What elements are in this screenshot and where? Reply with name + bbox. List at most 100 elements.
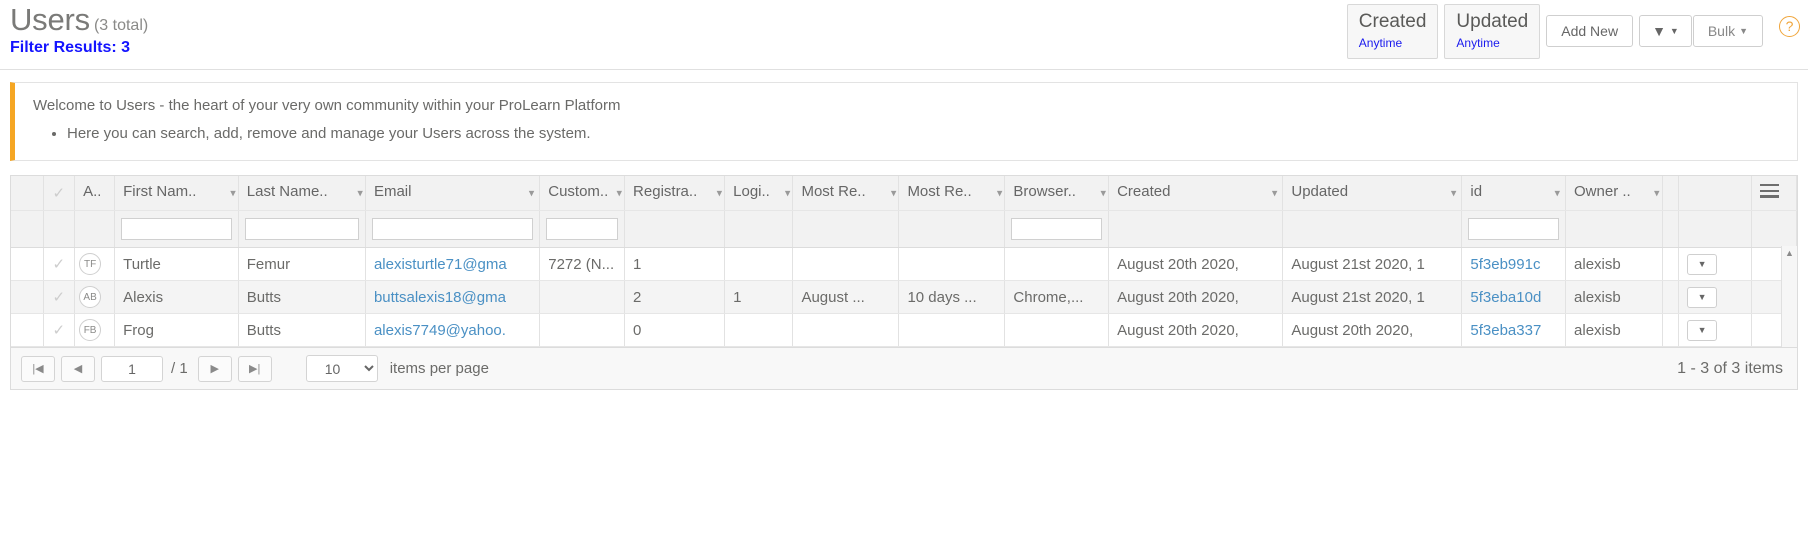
table-row[interactable]: ✓ TF Turtle Femur alexisturtle71@gma 727…: [11, 247, 1797, 281]
created-filter-card[interactable]: Created Anytime: [1346, 4, 1439, 59]
chevron-down-icon[interactable]: ▾: [1101, 187, 1107, 200]
banner-lead-text: Welcome to Users - the heart of your ver…: [33, 97, 621, 114]
row-actions-dropdown[interactable]: ▼: [1687, 286, 1718, 308]
created-filter-value[interactable]: Anytime: [1359, 36, 1427, 50]
chevron-down-icon: ▼: [1669, 26, 1679, 36]
th-logins[interactable]: Logi.. ▾: [724, 176, 794, 211]
row-actions-dropdown[interactable]: ▼: [1687, 319, 1718, 341]
filter-input-last-name[interactable]: [244, 218, 359, 240]
th-browser-label: Browser..: [1013, 182, 1076, 200]
help-icon[interactable]: ?: [1779, 16, 1800, 37]
total-pages-label: / 1: [171, 360, 188, 377]
chevron-down-icon[interactable]: ▾: [617, 187, 623, 200]
filter-button[interactable]: ▼ ▼: [1639, 15, 1692, 47]
th-check-all[interactable]: ✓: [43, 176, 76, 211]
updated-filter-card[interactable]: Updated Anytime: [1444, 4, 1541, 59]
cell-owner: alexisb: [1565, 280, 1663, 314]
th-owner[interactable]: Owner .. ▾: [1565, 176, 1663, 211]
checkmark-icon[interactable]: ✓: [52, 289, 65, 306]
th-updated[interactable]: Updated ▾: [1282, 176, 1463, 211]
prev-page-button[interactable]: ◀: [61, 355, 95, 382]
table-row[interactable]: ✓ AB Alexis Butts buttsalexis18@gma 2 1 …: [11, 280, 1797, 314]
chevron-down-icon[interactable]: ▾: [1451, 187, 1457, 200]
page-title: Users: [10, 2, 90, 37]
row-select[interactable]: [11, 280, 45, 314]
filter-input-browser[interactable]: [1011, 218, 1103, 240]
th-custom[interactable]: Custom.. ▾: [539, 176, 626, 211]
cell-logins: 1: [724, 280, 794, 314]
last-page-button[interactable]: ▶|: [237, 355, 272, 382]
th-registrations[interactable]: Registra.. ▾: [624, 176, 726, 211]
menu-icon[interactable]: [1760, 184, 1780, 198]
banner-bullet-item: Here you can search, add, remove and man…: [67, 124, 1779, 144]
page-number-input[interactable]: [101, 355, 163, 382]
title-block: Users (3 total) Filter Results: 3: [10, 2, 148, 57]
th-column-menu[interactable]: [1751, 176, 1797, 211]
th-last-name[interactable]: Last Name.. ▾: [238, 176, 366, 211]
th-first-name[interactable]: First Nam.. ▾: [114, 176, 239, 211]
th-updated-label: Updated: [1291, 182, 1349, 200]
cell-browser: Chrome,...: [1004, 280, 1110, 314]
scroll-up-icon[interactable]: ▲: [1782, 246, 1797, 260]
checkmark-icon[interactable]: ✓: [52, 322, 65, 339]
row-checkbox[interactable]: ✓: [43, 247, 76, 281]
first-page-button[interactable]: |◀: [21, 355, 55, 382]
chevron-down-icon[interactable]: ▾: [1654, 187, 1660, 200]
table-row[interactable]: ✓ FB Frog Butts alexis7749@yahoo. 0 Augu…: [11, 313, 1797, 347]
cell-last-name: Butts: [238, 313, 366, 347]
cell-custom: [539, 313, 626, 347]
checkmark-icon[interactable]: ✓: [52, 256, 65, 273]
chevron-down-icon[interactable]: ▾: [891, 187, 897, 200]
cell-first-name: Turtle: [114, 247, 239, 281]
chevron-down-icon[interactable]: ▾: [529, 187, 535, 200]
cell-custom: 7272 (N...: [539, 247, 626, 281]
th-spacer: [1662, 176, 1680, 211]
cell-email[interactable]: alexisturtle71@gma: [365, 247, 541, 281]
filter-results-label: Filter Results: 3: [10, 39, 131, 56]
email-link[interactable]: alexis7749@yahoo.: [374, 322, 506, 339]
email-link[interactable]: buttsalexis18@gma: [374, 289, 506, 306]
cell-email[interactable]: buttsalexis18@gma: [365, 280, 541, 314]
th-most-recent-1[interactable]: Most Re.. ▾: [792, 176, 900, 211]
row-select[interactable]: [11, 313, 45, 347]
updated-filter-value[interactable]: Anytime: [1456, 36, 1528, 50]
id-link[interactable]: 5f3eba10d: [1470, 289, 1541, 306]
th-first-name-label: First Nam..: [123, 182, 197, 200]
filter-cell-id: [1461, 210, 1567, 248]
th-most-recent-2[interactable]: Most Re.. ▾: [898, 176, 1006, 211]
th-created[interactable]: Created ▾: [1108, 176, 1284, 211]
chevron-down-icon[interactable]: ▾: [997, 187, 1003, 200]
filter-input-custom[interactable]: [546, 218, 619, 240]
cell-first-name: Alexis: [114, 280, 239, 314]
chevron-down-icon[interactable]: ▾: [717, 187, 723, 200]
cell-id[interactable]: 5f3eba337: [1461, 313, 1567, 347]
row-select[interactable]: [11, 247, 45, 281]
filter-input-id[interactable]: [1468, 218, 1560, 240]
row-checkbox[interactable]: ✓: [43, 313, 76, 347]
row-checkbox[interactable]: ✓: [43, 280, 76, 314]
chevron-down-icon[interactable]: ▾: [230, 187, 236, 200]
checkmark-icon[interactable]: ✓: [52, 185, 65, 202]
next-page-button[interactable]: ▶: [197, 355, 232, 382]
email-link[interactable]: alexisturtle71@gma: [374, 256, 507, 273]
row-actions-dropdown[interactable]: ▼: [1687, 253, 1718, 275]
filter-input-first-name[interactable]: [121, 218, 232, 240]
th-browser[interactable]: Browser.. ▾: [1004, 176, 1110, 211]
cell-id[interactable]: 5f3eba10d: [1461, 280, 1567, 314]
updated-filter-title: Updated: [1456, 11, 1529, 32]
id-link[interactable]: 5f3eba337: [1470, 322, 1541, 339]
chevron-down-icon[interactable]: ▾: [785, 187, 791, 200]
cell-id[interactable]: 5f3eb991c: [1461, 247, 1567, 281]
chevron-down-icon[interactable]: ▾: [1272, 187, 1278, 200]
chevron-down-icon[interactable]: ▾: [1554, 187, 1560, 200]
page-size-select[interactable]: 10: [305, 355, 378, 382]
add-new-button[interactable]: Add New: [1546, 15, 1634, 47]
bulk-button[interactable]: Bulk ▼: [1692, 15, 1763, 47]
chevron-down-icon[interactable]: ▾: [357, 187, 363, 200]
page-header: Users (3 total) Filter Results: 3 Created…: [0, 0, 1808, 70]
filter-input-email[interactable]: [371, 218, 534, 240]
th-email[interactable]: Email ▾: [365, 176, 541, 211]
cell-email[interactable]: alexis7749@yahoo.: [365, 313, 541, 347]
id-link[interactable]: 5f3eb991c: [1470, 256, 1540, 273]
th-id[interactable]: id ▾: [1461, 176, 1567, 211]
